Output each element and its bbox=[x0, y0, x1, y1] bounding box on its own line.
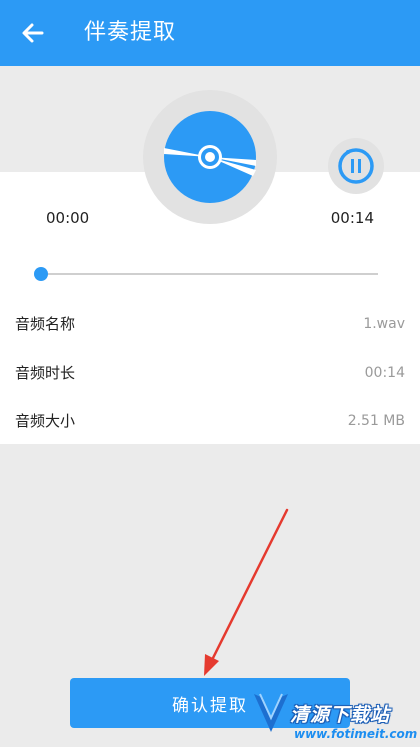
watermark-logo bbox=[254, 693, 288, 732]
pause-button[interactable] bbox=[328, 138, 384, 194]
watermark-text: 清源下载站 bbox=[290, 704, 391, 726]
app-bar: 伴奏提取 bbox=[0, 0, 420, 66]
info-value: 2.51 MB bbox=[347, 413, 405, 429]
info-row-size: 音频大小 2.51 MB bbox=[0, 397, 420, 445]
info-value: 1.wav bbox=[363, 316, 405, 332]
info-label: 音频时长 bbox=[15, 364, 76, 382]
total-time: 00:14 bbox=[330, 209, 374, 227]
music-disc-icon bbox=[143, 90, 277, 224]
info-label: 音频名称 bbox=[15, 315, 76, 333]
page-title: 伴奏提取 bbox=[84, 20, 177, 45]
slider-track bbox=[40, 273, 378, 275]
info-row-name: 音频名称 1.wav bbox=[0, 300, 420, 348]
arrow-left-icon[interactable] bbox=[18, 18, 48, 48]
info-label: 音频大小 bbox=[15, 412, 76, 430]
slider-thumb[interactable] bbox=[34, 267, 48, 281]
current-time: 00:00 bbox=[46, 209, 90, 227]
watermark-url: www.fotimeit.com bbox=[294, 727, 418, 741]
info-row-duration: 音频时长 00:14 bbox=[0, 349, 420, 397]
progress-slider[interactable] bbox=[34, 265, 380, 283]
info-value: 00:14 bbox=[364, 365, 405, 381]
